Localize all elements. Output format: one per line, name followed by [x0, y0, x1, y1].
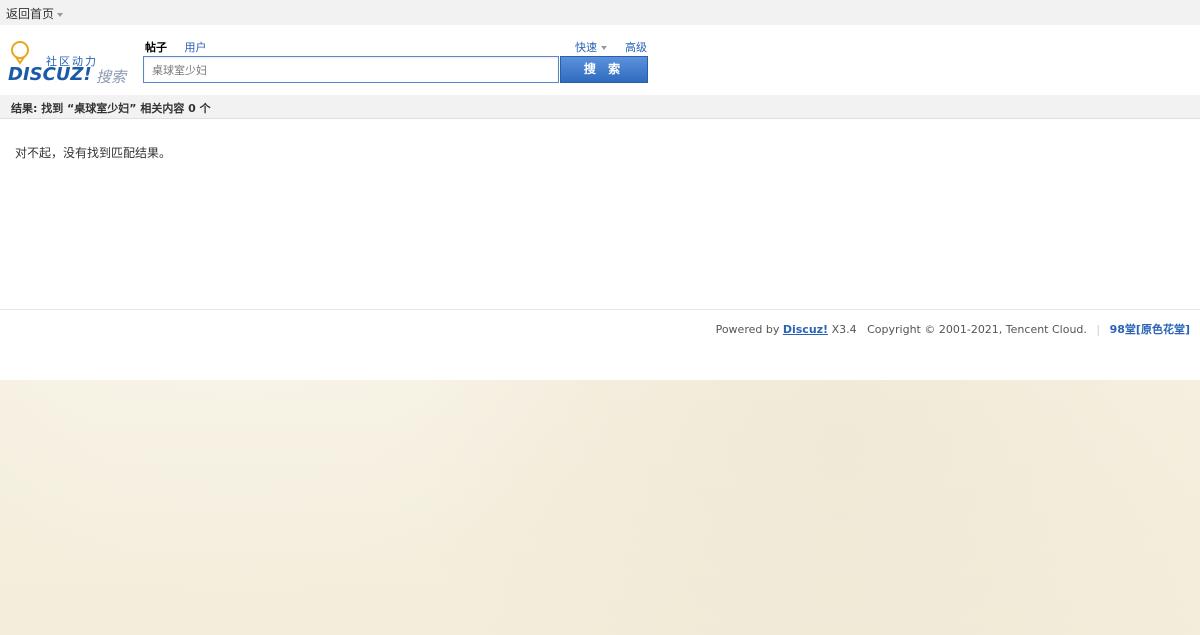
quick-search-dropdown[interactable]: 快速	[575, 39, 607, 55]
search-header: 社区动力 DISCUZ! 搜索 帖子 用户 快速 高级 搜 索	[0, 25, 1200, 95]
discuz-link[interactable]: Discuz!	[783, 323, 828, 336]
copyright-text: Copyright © 2001-2021, Tencent Cloud.	[867, 323, 1087, 336]
footer-divider	[0, 309, 1200, 310]
home-link[interactable]: 返回首页	[6, 5, 64, 22]
footer-separator: |	[1096, 323, 1101, 336]
result-summary: 结果: 找到 “桌球室少妇” 相关内容 0 个	[11, 102, 211, 115]
logo-brand: DISCUZ!	[8, 64, 92, 85]
tab-posts[interactable]: 帖子	[145, 39, 167, 55]
search-input-wrapper	[143, 56, 559, 83]
home-link-label: 返回首页	[6, 7, 55, 21]
result-bar: 结果: 找到 “桌球室少妇” 相关内容 0 个	[0, 95, 1200, 119]
version-text: X3.4	[831, 323, 857, 336]
page: 返回首页 社区动力 DISCUZ! 搜索 帖子 用户 快速 高级 搜 索 结果:…	[0, 0, 1200, 380]
discuz-logo[interactable]: 社区动力 DISCUZ! 搜索	[8, 38, 128, 88]
search-type-tabs: 帖子 用户	[145, 39, 221, 55]
lightbulb-icon	[11, 41, 29, 65]
logo-search-word: 搜索	[96, 68, 127, 86]
footer: Powered by Discuz! X3.4 Copyright © 2001…	[716, 321, 1190, 337]
chevron-down-icon	[57, 12, 64, 17]
tab-users[interactable]: 用户	[185, 39, 207, 55]
quick-search-label: 快速	[575, 41, 597, 54]
top-bar: 返回首页	[0, 0, 1200, 25]
search-input[interactable]	[144, 57, 558, 82]
site-name-link[interactable]: 98堂[原色花堂]	[1110, 323, 1190, 336]
chevron-down-icon	[601, 46, 607, 50]
powered-by-text: Powered by	[715, 323, 780, 336]
advanced-search-link[interactable]: 高级	[625, 39, 647, 55]
empty-result-message: 对不起，没有找到匹配结果。	[15, 146, 172, 160]
search-button[interactable]: 搜 索	[560, 56, 648, 83]
